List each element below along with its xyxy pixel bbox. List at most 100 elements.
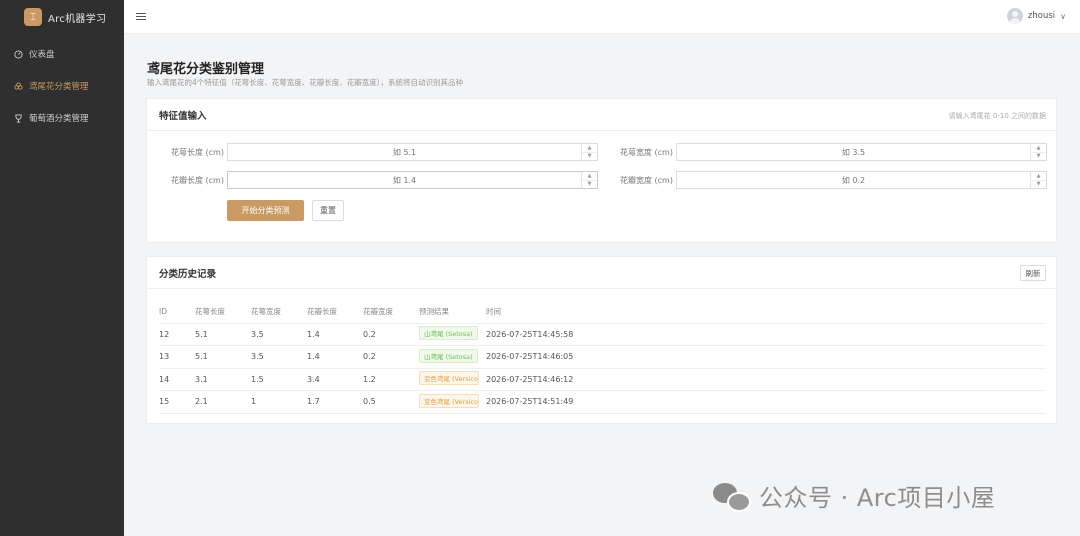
card-hint: 请输入鸢尾花 0-10 之间的数据: [948, 112, 1046, 120]
sidebar-item-dashboard[interactable]: 仪表盘: [0, 38, 124, 70]
cell-sepal-length: 3.1: [195, 368, 251, 391]
cell-time: 2026-07-25T14:46:12: [486, 368, 1046, 391]
field-label: 花萼宽度 (cm): [620, 148, 673, 157]
cell-petal-length: 1.4: [307, 345, 363, 369]
wechat-icon: [711, 481, 751, 512]
cell-petal-length: 1.7: [307, 390, 363, 414]
column-header[interactable]: 花萼宽度: [251, 301, 307, 324]
table-row[interactable]: 15 2.1 1 1.7 0.5 变色鸢尾 (Versicolor) 2026-…: [159, 390, 1046, 414]
sidebar-item-label: 葡萄酒分类管理: [29, 114, 89, 124]
cell-sepal-width: 3.5: [251, 323, 307, 346]
chevron-down-icon[interactable]: ▼: [582, 181, 597, 189]
result-tag: 山鸢尾 (Setosa): [419, 348, 478, 363]
number-stepper[interactable]: ▲ ▼: [1030, 144, 1046, 160]
petal-length-field[interactable]: ▲▼: [227, 171, 598, 189]
field-label: 花萼长度 (cm): [171, 148, 224, 157]
cell-petal-width: 0.5: [363, 390, 419, 414]
watermark-text: 公众号 · Arc项目小屋: [759, 484, 996, 512]
cell-id: 12: [159, 323, 195, 346]
chevron-up-icon[interactable]: ▲: [582, 172, 597, 181]
cell-petal-width: 0.2: [363, 345, 419, 369]
chevron-up-icon[interactable]: ▲: [1031, 144, 1046, 153]
petal-width-field[interactable]: ▲▼: [676, 171, 1047, 189]
cell-sepal-length: 2.1: [195, 390, 251, 414]
cell-result: 变色鸢尾 (Versicolor): [419, 390, 486, 414]
sepal-length-field[interactable]: ▲▼: [227, 143, 598, 161]
predict-button[interactable]: 开始分类预测: [227, 200, 304, 221]
column-header[interactable]: 花萼长度: [195, 301, 251, 324]
table-row[interactable]: 12 5.1 3.5 1.4 0.2 山鸢尾 (Setosa) 2026-07-…: [159, 323, 1046, 346]
chevron-up-icon[interactable]: ▲: [1031, 172, 1046, 181]
sidebar-nav: 仪表盘 鸢尾花分类管理 葡萄酒分类管理: [0, 38, 124, 134]
flower-icon: [13, 81, 23, 91]
brand-title: Arc机器学习: [48, 13, 107, 25]
column-header[interactable]: 花瓣宽度: [363, 301, 419, 324]
cell-petal-width: 0.2: [363, 323, 419, 346]
sidebar-item-wine[interactable]: 葡萄酒分类管理: [0, 102, 124, 134]
card-header: 特征值输入 请输入鸢尾花 0-10 之间的数据: [147, 99, 1056, 131]
table-row[interactable]: 13 5.1 3.5 1.4 0.2 山鸢尾 (Setosa) 2026-07-…: [159, 345, 1046, 369]
cell-petal-width: 1.2: [363, 368, 419, 391]
chevron-down-icon[interactable]: ▼: [1031, 181, 1046, 189]
column-header[interactable]: 花瓣长度: [307, 301, 363, 324]
history-table: ID 花萼长度 花萼宽度 花瓣长度 花瓣宽度 预测结果 时间 12 5.1 3.…: [159, 301, 1046, 414]
cell-sepal-width: 1: [251, 390, 307, 414]
chevron-down-icon[interactable]: ▼: [1031, 153, 1046, 161]
table-row[interactable]: 14 3.1 1.5 3.4 1.2 变色鸢尾 (Versicolor) 202…: [159, 368, 1046, 391]
number-stepper[interactable]: ▲ ▼: [581, 172, 597, 188]
cell-sepal-width: 1.5: [251, 368, 307, 391]
field-label: 花瓣长度 (cm): [171, 176, 224, 185]
dashboard-icon: [13, 49, 23, 59]
table-header-row: ID 花萼长度 花萼宽度 花瓣长度 花瓣宽度 预测结果 时间: [159, 301, 1046, 324]
cell-time: 2026-07-25T14:51:49: [486, 390, 1046, 414]
chevron-down-icon: ∨: [1060, 11, 1066, 21]
cell-result: 山鸢尾 (Setosa): [419, 323, 486, 346]
card-header: 分类历史记录 刷新: [147, 257, 1056, 289]
chevron-up-icon[interactable]: ▲: [582, 144, 597, 153]
petal-length-input[interactable]: [228, 172, 597, 189]
menu-toggle-icon[interactable]: [136, 12, 146, 21]
main-content: 鸢尾花分类鉴别管理 输入鸢尾花的4个特征值（花萼长度、花萼宽度、花瓣长度、花瓣宽…: [124, 34, 1080, 536]
cell-petal-length: 1.4: [307, 323, 363, 346]
number-stepper[interactable]: ▲ ▼: [581, 144, 597, 160]
column-header[interactable]: 预测结果: [419, 301, 486, 324]
result-tag: 变色鸢尾 (Versicolor): [419, 371, 479, 386]
sepal-length-input[interactable]: [228, 144, 597, 161]
cell-id: 13: [159, 345, 195, 369]
card-title: 分类历史记录: [159, 268, 217, 280]
sepal-width-input[interactable]: [677, 144, 1046, 161]
card-title: 特征值输入: [159, 110, 207, 122]
reset-button[interactable]: 重置: [312, 200, 344, 221]
watermark: 公众号 · Arc项目小屋: [711, 478, 995, 513]
chevron-down-icon[interactable]: ▼: [582, 153, 597, 161]
sepal-width-field[interactable]: ▲▼: [676, 143, 1047, 161]
feature-input-card: 特征值输入 请输入鸢尾花 0-10 之间的数据 花萼长度 (cm) ▲▼ 花萼宽…: [146, 98, 1057, 243]
brand[interactable]: ⌶ Arc机器学习: [0, 0, 124, 34]
cell-time: 2026-07-25T14:45:58: [486, 323, 1046, 346]
sidebar-item-iris[interactable]: 鸢尾花分类管理: [0, 70, 124, 102]
avatar: [1006, 8, 1023, 24]
user-name: zhousi: [1027, 11, 1056, 21]
history-card: 分类历史记录 刷新 ID 花萼长度 花萼宽度 花瓣长度 花瓣宽度 预测结果 时间…: [146, 256, 1057, 424]
petal-width-input[interactable]: [677, 172, 1046, 189]
cell-sepal-length: 5.1: [195, 345, 251, 369]
column-header[interactable]: 时间: [486, 301, 1046, 324]
cell-result: 变色鸢尾 (Versicolor): [419, 368, 486, 391]
cell-time: 2026-07-25T14:46:05: [486, 345, 1046, 369]
cell-id: 15: [159, 390, 195, 414]
top-header: zhousi ∨: [124, 0, 1080, 34]
page-subtitle: 输入鸢尾花的4个特征值（花萼长度、花萼宽度、花瓣长度、花瓣宽度），系统将自动识别…: [147, 78, 464, 87]
refresh-button[interactable]: 刷新: [1020, 265, 1046, 281]
page-title: 鸢尾花分类鉴别管理: [147, 62, 265, 77]
sidebar-item-label: 仪表盘: [29, 50, 55, 60]
sidebar: ⌶ Arc机器学习 仪表盘 鸢尾花分类管理 葡萄酒分类管理: [0, 0, 124, 536]
cell-result: 山鸢尾 (Setosa): [419, 345, 486, 369]
logo-icon: ⌶: [24, 8, 42, 26]
result-tag: 山鸢尾 (Setosa): [419, 326, 478, 341]
user-menu[interactable]: zhousi ∨: [1006, 8, 1066, 24]
cell-id: 14: [159, 368, 195, 391]
cell-petal-length: 3.4: [307, 368, 363, 391]
wine-icon: [13, 113, 23, 123]
number-stepper[interactable]: ▲ ▼: [1030, 172, 1046, 188]
column-header[interactable]: ID: [159, 301, 195, 324]
